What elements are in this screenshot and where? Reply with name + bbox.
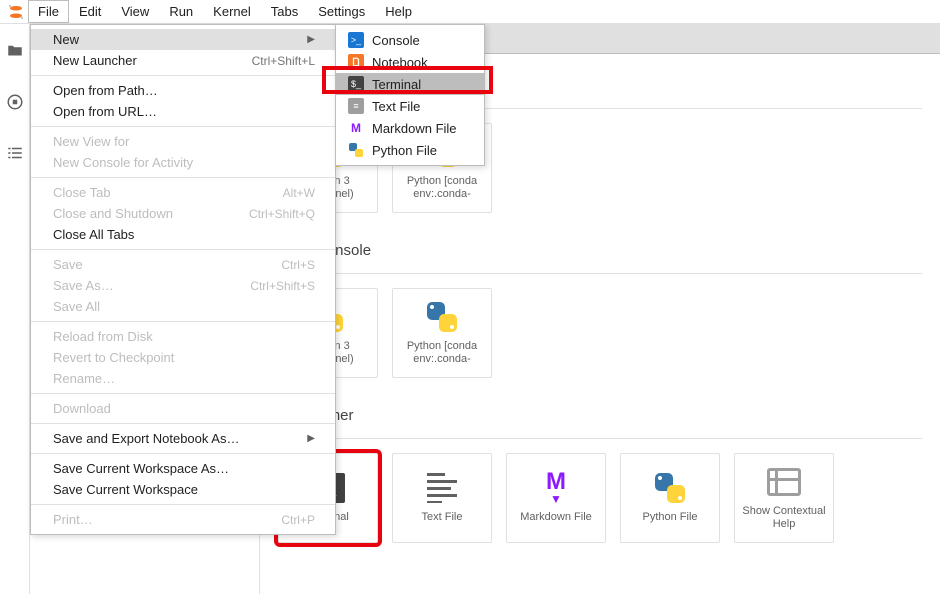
file-menu-item[interactable]: Open from Path… — [31, 80, 335, 101]
python-icon — [653, 471, 687, 505]
file-menu-item: Reload from Disk — [31, 326, 335, 347]
menu-separator — [31, 393, 335, 394]
file-menu-item[interactable]: Save and Export Notebook As…▶ — [31, 428, 335, 449]
toc-icon[interactable] — [6, 144, 24, 165]
folder-icon[interactable] — [6, 42, 24, 63]
card-label: Show Contextual Help — [739, 505, 829, 531]
menu-settings[interactable]: Settings — [308, 0, 375, 23]
file-menu-item[interactable]: Close All Tabs — [31, 224, 335, 245]
menu-separator — [31, 504, 335, 505]
file-dropdown-menu: New▶New LauncherCtrl+Shift+L Open from Pa… — [30, 24, 336, 535]
chevron-right-icon: ▶ — [307, 433, 315, 444]
new-submenu-item-markdown[interactable]: MMarkdown File — [336, 117, 484, 139]
file-menu-item[interactable]: Save Current Workspace — [31, 479, 335, 500]
file-menu-item[interactable]: New▶ — [31, 29, 335, 50]
notebook-icon — [348, 54, 364, 70]
file-menu-item: SaveCtrl+S — [31, 254, 335, 275]
jupyter-logo[interactable] — [4, 0, 28, 23]
terminal-icon: $_ — [348, 76, 364, 92]
launcher-card-python[interactable]: Python [conda env:.conda- — [392, 288, 492, 378]
menu-kernel[interactable]: Kernel — [203, 0, 261, 23]
python-icon — [425, 300, 459, 334]
menu-separator — [31, 126, 335, 127]
new-submenu: >_ConsoleNotebook$_Terminal≡Text FileMMa… — [335, 24, 485, 166]
launcher-card-markdown[interactable]: M▼ Markdown File — [506, 453, 606, 543]
file-menu-item[interactable]: New LauncherCtrl+Shift+L — [31, 50, 335, 71]
new-submenu-item-text[interactable]: ≡Text File — [336, 95, 484, 117]
section-other: $_ Other $_TerminalText FileM▼Markdown F… — [278, 402, 922, 543]
menu-separator — [31, 423, 335, 424]
new-submenu-item-terminal[interactable]: $_Terminal — [336, 73, 484, 95]
launcher-card-python[interactable]: Python File — [620, 453, 720, 543]
file-menu-item: Save As…Ctrl+Shift+S — [31, 275, 335, 296]
launcher-card-help[interactable]: Show Contextual Help — [734, 453, 834, 543]
new-submenu-item-notebook[interactable]: Notebook — [336, 51, 484, 73]
file-menu-item: Revert to Checkpoint — [31, 347, 335, 368]
python-icon — [348, 142, 364, 158]
card-label: Python File — [642, 511, 697, 524]
console-icon: >_ — [348, 32, 364, 48]
running-icon[interactable] — [6, 93, 24, 114]
new-submenu-item-console[interactable]: >_Console — [336, 29, 484, 51]
menu-help[interactable]: Help — [375, 0, 422, 23]
text-icon: ≡ — [348, 98, 364, 114]
file-menu-item: Close TabAlt+W — [31, 182, 335, 203]
menu-edit[interactable]: Edit — [69, 0, 111, 23]
file-menu-item[interactable]: Save Current Workspace As… — [31, 458, 335, 479]
menu-separator — [31, 75, 335, 76]
help-icon — [767, 465, 801, 499]
file-menu-item: New View for — [31, 131, 335, 152]
file-menu-item[interactable]: Open from URL… — [31, 101, 335, 122]
menu-view[interactable]: View — [111, 0, 159, 23]
text-icon — [425, 471, 459, 505]
menu-separator — [31, 249, 335, 250]
menubar: FileEditViewRunKernelTabsSettingsHelp — [0, 0, 940, 24]
left-iconbar — [0, 24, 30, 594]
menu-tabs[interactable]: Tabs — [261, 0, 308, 23]
menu-run[interactable]: Run — [159, 0, 203, 23]
card-label: Python [conda env:.conda- — [397, 340, 487, 366]
menu-separator — [31, 321, 335, 322]
markdown-icon: M — [348, 120, 364, 136]
card-label: Markdown File — [520, 511, 592, 524]
menu-separator — [31, 177, 335, 178]
file-menu-item: Print…Ctrl+P — [31, 509, 335, 530]
new-submenu-item-python[interactable]: Python File — [336, 139, 484, 161]
card-label: Python [conda env:.conda- — [397, 175, 487, 201]
menu-file[interactable]: File — [28, 0, 69, 23]
file-menu-item: Close and ShutdownCtrl+Shift+Q — [31, 203, 335, 224]
file-menu-item: Download — [31, 398, 335, 419]
markdown-icon: M▼ — [539, 471, 573, 505]
card-label: Text File — [422, 511, 463, 524]
file-menu-item: Save All — [31, 296, 335, 317]
menu-separator — [31, 453, 335, 454]
section-console: >_ Console Python 3 (ipykernel)Python [c… — [278, 237, 922, 378]
file-menu-item: New Console for Activity — [31, 152, 335, 173]
launcher-card-text[interactable]: Text File — [392, 453, 492, 543]
chevron-right-icon: ▶ — [307, 34, 315, 45]
file-menu-item: Rename… — [31, 368, 335, 389]
